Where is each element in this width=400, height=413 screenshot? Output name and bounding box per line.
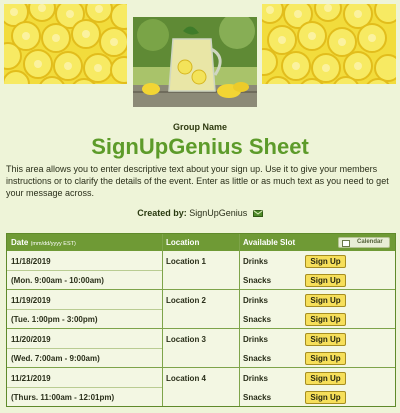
cell-divider (7, 387, 162, 388)
signup-table: Date (mm/dd/yyyy EST) Location Available… (6, 233, 396, 407)
column-header-location: Location (166, 238, 200, 247)
header-banner (0, 0, 400, 108)
created-by: Created by: SignUpGenius (0, 208, 400, 218)
table-row: 11/19/2019 (Tue. 1:00pm - 3:00pm) Location… (7, 290, 395, 329)
group-name: Group Name (172, 122, 227, 132)
cell-divider (7, 270, 162, 271)
cell-divider (7, 309, 162, 310)
lemonade-pitcher-photo (133, 17, 257, 107)
column-header-date: Date (mm/dd/yyyy EST) (11, 238, 76, 247)
slot-item: Drinks (243, 374, 268, 383)
sign-up-button[interactable]: Sign Up (305, 255, 346, 268)
slot-item: Drinks (243, 257, 268, 266)
sign-up-button[interactable]: Sign Up (305, 274, 346, 287)
slot-item: Snacks (243, 276, 272, 285)
lemon-slices-image-left (4, 4, 127, 84)
sign-up-button[interactable]: Sign Up (305, 372, 346, 385)
table-row: 11/18/2019 (Mon. 9:00am - 10:00am) Locatio… (7, 251, 395, 290)
calendar-button-label: Calendar (357, 239, 383, 245)
slot-date: 11/21/2019 (11, 374, 51, 383)
slot-location: Location 4 (166, 374, 207, 383)
table-header: Date (mm/dd/yyyy EST) Location Available… (7, 234, 395, 251)
slot-time: (Thurs. 11:00am - 12:01pm) (11, 393, 115, 402)
created-by-name: SignUpGenius (189, 208, 248, 218)
date-format-note: (mm/dd/yyyy EST) (30, 241, 76, 247)
sign-up-button[interactable]: Sign Up (305, 333, 346, 346)
table-row: 11/21/2019 (Thurs. 11:00am - 12:01pm) Loca… (7, 368, 395, 406)
column-header-date-label: Date (11, 238, 29, 247)
slot-time: (Wed. 7:00am - 9:00am) (11, 354, 100, 363)
slot-item: Drinks (243, 296, 268, 305)
sign-up-button[interactable]: Sign Up (305, 313, 346, 326)
slot-date: 11/20/2019 (11, 335, 51, 344)
cell-divider (7, 348, 162, 349)
slot-date: 11/19/2019 (11, 296, 51, 305)
slot-date: 11/18/2019 (11, 257, 51, 266)
sign-up-button[interactable]: Sign Up (305, 294, 346, 307)
slot-location: Location 1 (166, 257, 207, 266)
sign-up-button[interactable]: Sign Up (305, 352, 346, 365)
page-title: SignUpGenius Sheet (91, 134, 309, 159)
created-by-label: Created by: (137, 208, 187, 218)
calendar-button[interactable]: Calendar (338, 237, 390, 248)
sign-up-button[interactable]: Sign Up (305, 391, 346, 404)
slot-item: Snacks (243, 354, 272, 363)
calendar-icon (342, 240, 350, 247)
slot-item: Snacks (243, 315, 272, 324)
lemon-slices-image-right (262, 4, 396, 84)
column-header-slot: Available Slot (243, 238, 296, 247)
slot-time: (Mon. 9:00am - 10:00am) (11, 276, 104, 285)
table-row: 11/20/2019 (Wed. 7:00am - 9:00am) Location… (7, 329, 395, 368)
sheet-description: This area allows you to enter descriptiv… (6, 164, 389, 198)
slot-location: Location 2 (166, 296, 207, 305)
slot-item: Snacks (243, 393, 272, 402)
slot-time: (Tue. 1:00pm - 3:00pm) (11, 315, 98, 324)
envelope-icon[interactable] (252, 209, 263, 217)
slot-item: Drinks (243, 335, 268, 344)
slot-location: Location 3 (166, 335, 207, 344)
